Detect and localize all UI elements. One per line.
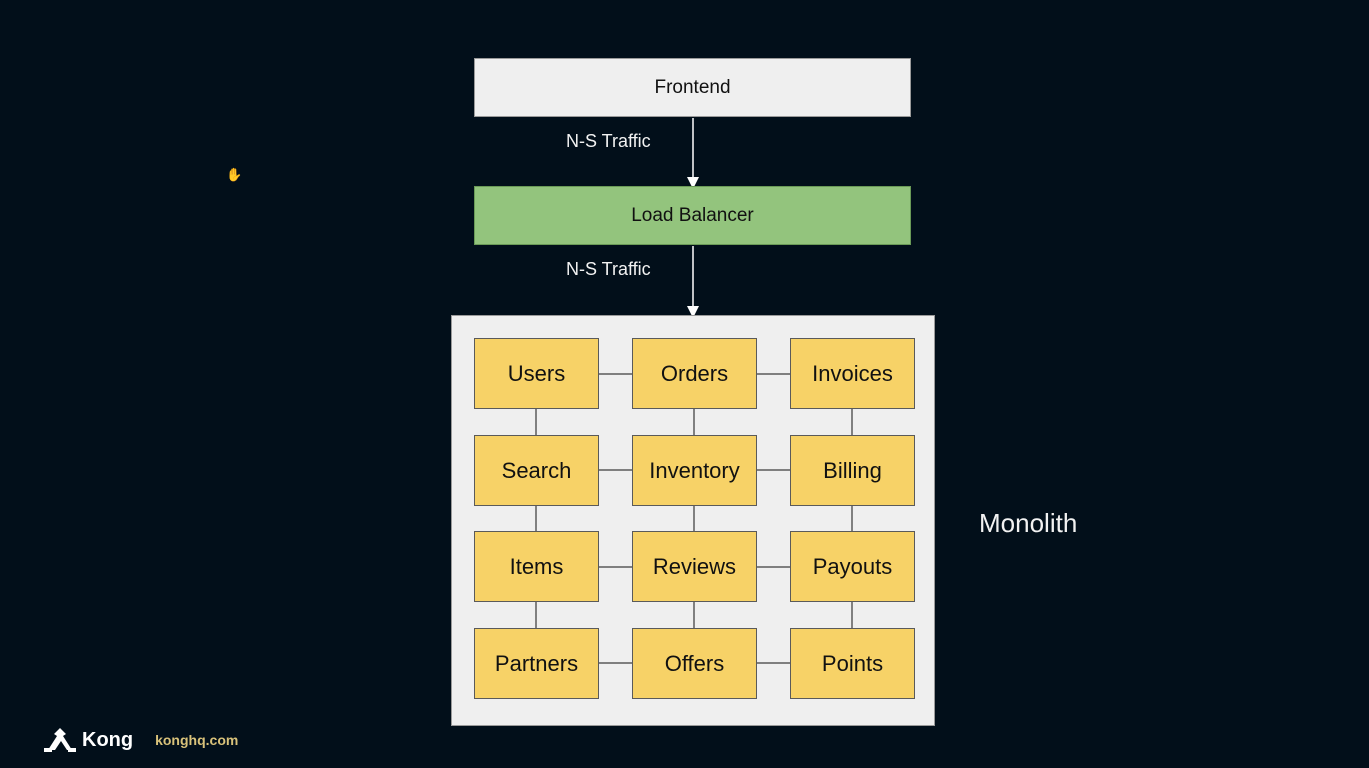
frontend-box: Frontend [474,58,911,117]
frontend-label: Frontend [654,76,731,98]
kong-gorilla-icon [44,728,76,752]
service-label: Offers [664,650,725,676]
slide: Frontend N-S Traffic Load Balancer N-S T… [0,0,1369,768]
service-label: Inventory [649,457,740,483]
service-label: Items [509,553,564,579]
hand-cursor-icon: ✋ [226,167,243,182]
service-label: Partners [494,650,579,676]
service-partners: Partners [474,628,599,699]
service-reviews: Reviews [632,531,757,602]
service-label: Orders [660,360,729,386]
service-label: Payouts [812,553,893,579]
service-label: Invoices [812,360,893,386]
service-label: Reviews [652,553,737,579]
service-search: Search [474,435,599,506]
service-orders: Orders [632,338,757,409]
service-label: Search [501,457,572,483]
service-billing: Billing [790,435,915,506]
service-label: Billing [823,457,882,483]
service-label: Points [821,650,884,676]
kong-url-link[interactable]: konghq.com [155,732,238,748]
service-items: Items [474,531,599,602]
service-offers: Offers [632,628,757,699]
service-invoices: Invoices [790,338,915,409]
service-payouts: Payouts [790,531,915,602]
kong-brand-name: Kong [82,728,134,751]
service-points: Points [790,628,915,699]
ns-traffic-label-1: N-S Traffic [566,131,651,151]
monolith-label: Monolith [979,508,1078,538]
ns-traffic-label-2: N-S Traffic [566,259,651,279]
load-balancer-label: Load Balancer [631,204,754,226]
service-users: Users [474,338,599,409]
load-balancer-box: Load Balancer [474,186,911,245]
kong-logo: Kong [44,726,133,754]
monolith-container: Users Orders Invoices Search Inventory B… [451,315,935,726]
footer: Kong konghq.com [44,724,238,756]
service-label: Users [507,360,566,386]
service-inventory: Inventory [632,435,757,506]
